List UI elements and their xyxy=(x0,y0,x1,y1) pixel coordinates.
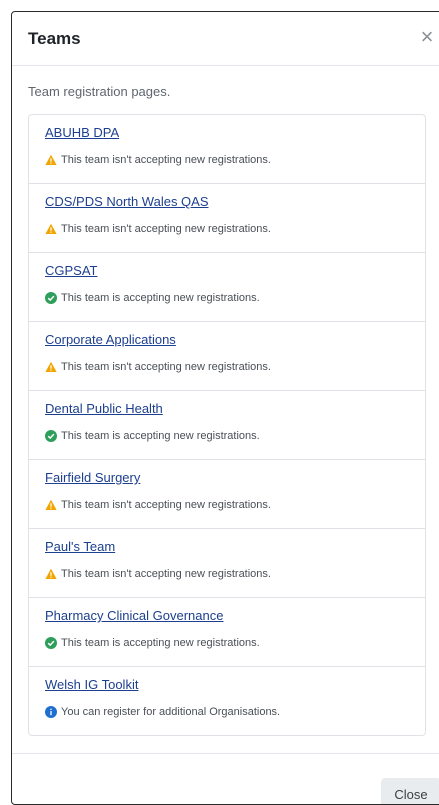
team-link[interactable]: Corporate Applications xyxy=(45,332,176,347)
status-line: This team isn't accepting new registrati… xyxy=(45,499,425,511)
team-list: ABUHB DPA This team isn't accepting new … xyxy=(28,114,426,736)
status-text: You can register for additional Organisa… xyxy=(61,706,281,718)
check-circle-icon xyxy=(45,430,57,442)
status-line: This team isn't accepting new registrati… xyxy=(45,361,425,373)
team-link[interactable]: Dental Public Health xyxy=(45,401,163,416)
list-item: Paul's Team This team isn't accepting ne… xyxy=(29,529,425,598)
team-link[interactable]: ABUHB DPA xyxy=(45,125,119,140)
teams-modal: Teams × Team registration pages. ABUHB D… xyxy=(11,11,439,805)
warning-icon xyxy=(45,568,57,579)
intro-text: Team registration pages. xyxy=(28,84,171,99)
modal-body: Team registration pages. ABUHB DPA This … xyxy=(12,66,439,736)
status-text: This team isn't accepting new registrati… xyxy=(61,223,271,235)
list-item: CGPSAT This team is accepting new regist… xyxy=(29,253,425,322)
warning-icon xyxy=(45,223,57,234)
team-link[interactable]: Fairfield Surgery xyxy=(45,470,140,485)
warning-icon xyxy=(45,154,57,165)
status-line: This team is accepting new registrations… xyxy=(45,292,425,304)
status-line: You can register for additional Organisa… xyxy=(45,706,425,718)
status-text: This team is accepting new registrations… xyxy=(61,637,260,649)
check-circle-icon xyxy=(45,637,57,649)
status-line: This team isn't accepting new registrati… xyxy=(45,568,425,580)
status-line: This team is accepting new registrations… xyxy=(45,637,425,649)
warning-icon xyxy=(45,499,57,510)
status-text: This team isn't accepting new registrati… xyxy=(61,568,271,580)
status-text: This team is accepting new registrations… xyxy=(61,292,260,304)
list-item: Corporate Applications This team isn't a… xyxy=(29,322,425,391)
close-button[interactable]: Close xyxy=(381,778,439,804)
modal-title: Teams xyxy=(28,28,81,48)
list-item: Fairfield Surgery This team isn't accept… xyxy=(29,460,425,529)
team-link[interactable]: Pharmacy Clinical Governance xyxy=(45,608,223,623)
status-text: This team isn't accepting new registrati… xyxy=(61,361,271,373)
list-item: Pharmacy Clinical Governance This team i… xyxy=(29,598,425,667)
status-text: This team isn't accepting new registrati… xyxy=(61,499,271,511)
team-link[interactable]: Welsh IG Toolkit xyxy=(45,677,138,692)
status-text: This team is accepting new registrations… xyxy=(61,430,260,442)
info-icon xyxy=(45,706,57,718)
status-line: This team isn't accepting new registrati… xyxy=(45,223,425,235)
modal-footer: Close xyxy=(12,753,439,804)
team-link[interactable]: Paul's Team xyxy=(45,539,115,554)
list-item: CDS/PDS North Wales QAS This team isn't … xyxy=(29,184,425,253)
team-link[interactable]: CDS/PDS North Wales QAS xyxy=(45,194,209,209)
warning-icon xyxy=(45,361,57,372)
list-item: Dental Public Health This team is accept… xyxy=(29,391,425,460)
team-link[interactable]: CGPSAT xyxy=(45,263,98,278)
status-text: This team isn't accepting new registrati… xyxy=(61,154,271,166)
status-line: This team isn't accepting new registrati… xyxy=(45,154,425,166)
list-item: ABUHB DPA This team isn't accepting new … xyxy=(29,115,425,184)
status-line: This team is accepting new registrations… xyxy=(45,430,425,442)
check-circle-icon xyxy=(45,292,57,304)
modal-header: Teams × xyxy=(12,12,439,66)
close-icon[interactable]: × xyxy=(416,26,438,48)
list-item: Welsh IG Toolkit You can register for ad… xyxy=(29,667,425,735)
